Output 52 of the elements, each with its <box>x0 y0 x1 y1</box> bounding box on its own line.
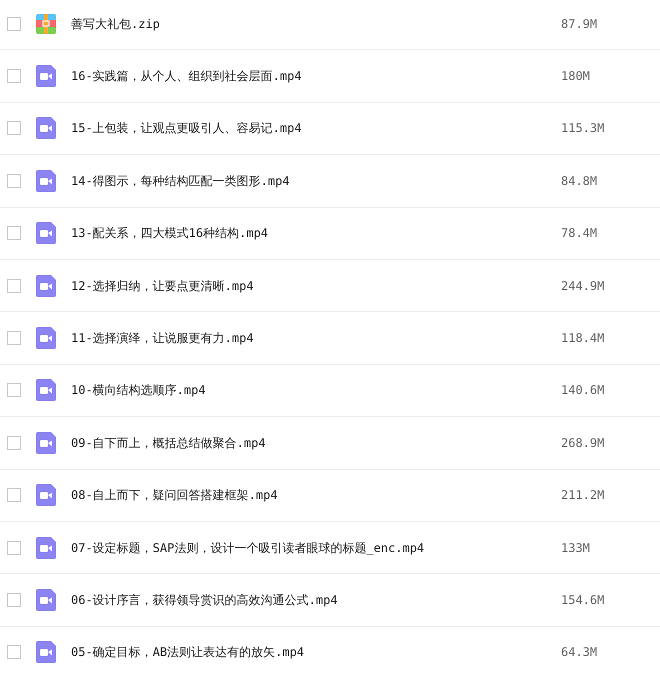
checkbox[interactable] <box>7 436 21 450</box>
file-name[interactable]: 11-选择演绎，让说服更有力.mp4 <box>71 329 561 348</box>
file-size: 140.6M <box>561 382 604 400</box>
checkbox[interactable] <box>7 383 21 398</box>
file-size: 154.6M <box>561 592 604 609</box>
checkbox[interactable] <box>7 592 21 607</box>
file-name[interactable]: 09-自下而上，概括总结做聚合.mp4 <box>71 434 561 452</box>
checkbox[interactable] <box>7 16 21 31</box>
checkbox[interactable] <box>7 488 21 502</box>
file-size: 268.9M <box>561 434 604 452</box>
file-size: 84.8M <box>561 172 598 190</box>
file-name[interactable]: 08-自上而下，疑问回答搭建框架.mp4 <box>71 486 561 504</box>
file-size: 118.4M <box>561 330 604 348</box>
file-name[interactable]: 06-设计序言，获得领导赏识的高效沟通公式.mp4 <box>71 590 561 609</box>
file-name[interactable]: 13-配关系，四大模式16种结构.mp4 <box>71 224 561 242</box>
checkbox[interactable] <box>7 226 21 240</box>
file-size: 180M <box>561 68 590 86</box>
video-camera-icon <box>36 327 56 350</box>
video-camera-icon <box>36 484 56 506</box>
file-size: 133M <box>561 540 590 557</box>
video-camera-icon <box>36 641 56 664</box>
file-name[interactable]: 14-得图示，每种结构匹配一类图形.mp4 <box>71 172 561 190</box>
checkbox[interactable] <box>7 540 21 555</box>
file-name[interactable]: 善写大礼包.zip <box>71 14 561 33</box>
file-size: 64.3M <box>561 644 598 662</box>
checkbox[interactable] <box>7 121 21 136</box>
checkbox[interactable] <box>7 645 21 660</box>
video-camera-icon <box>36 170 56 192</box>
file-size: 87.9M <box>561 16 598 33</box>
checkbox[interactable] <box>7 69 21 84</box>
file-size: 244.9M <box>561 278 604 295</box>
video-camera-icon <box>36 65 56 88</box>
file-name[interactable]: 07-设定标题，SAP法则，设计一个吸引读者眼球的标题_enc.mp4 <box>71 538 561 557</box>
file-size: 211.2M <box>561 487 604 504</box>
file-name[interactable]: 05-确定目标，AB法则让表达有的放矢.mp4 <box>71 643 561 662</box>
video-camera-icon <box>36 222 56 244</box>
video-camera-icon <box>36 588 56 611</box>
file-size: 115.3M <box>561 120 604 138</box>
video-camera-icon <box>36 274 56 297</box>
video-camera-icon <box>36 117 56 140</box>
video-camera-icon <box>36 536 56 559</box>
video-camera-icon <box>36 432 56 454</box>
file-size: 78.4M <box>561 225 598 242</box>
file-name[interactable]: 16-实践篇，从个人、组织到社会层面.mp4 <box>71 67 561 86</box>
checkbox[interactable] <box>7 174 21 188</box>
checkbox[interactable] <box>7 331 21 346</box>
video-camera-icon <box>36 379 56 402</box>
archive-icon <box>36 14 56 34</box>
file-name[interactable]: 10-横向结构选顺序.mp4 <box>71 381 561 400</box>
file-name[interactable]: 15-上包装，让观点更吸引人、容易记.mp4 <box>71 119 561 138</box>
checkbox[interactable] <box>7 278 21 293</box>
file-name[interactable]: 12-选择归纳，让要点更清晰.mp4 <box>71 276 561 295</box>
